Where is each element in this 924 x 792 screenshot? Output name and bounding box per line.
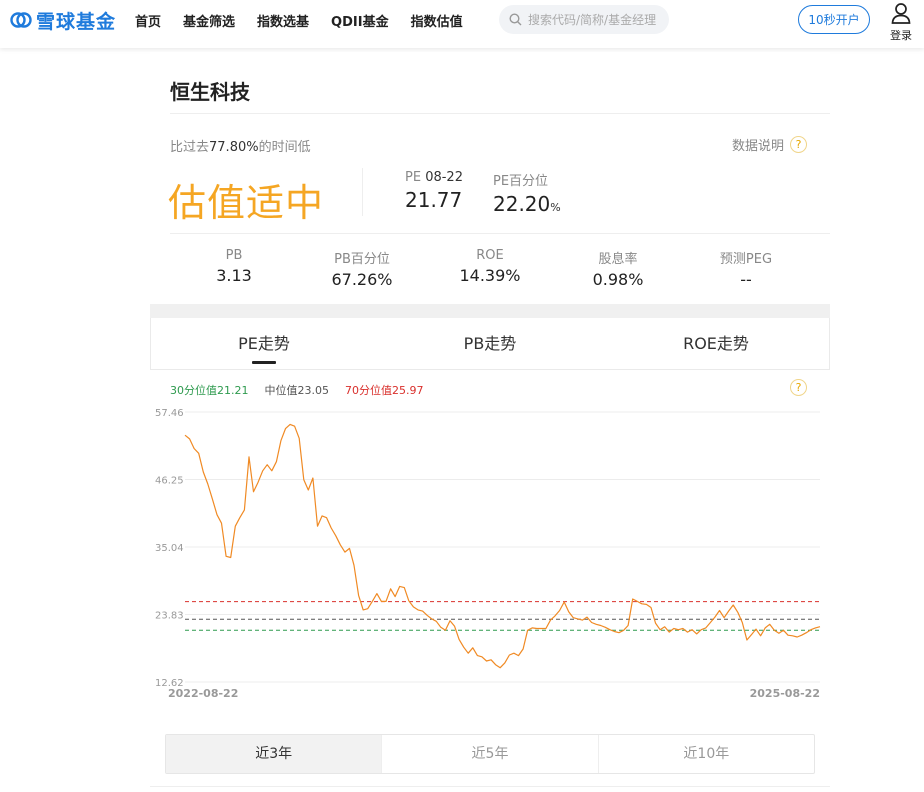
metric-roe: ROE 14.39%: [426, 248, 554, 289]
pe-series-line: [184, 423, 821, 669]
range-5-years[interactable]: 近5年: [382, 735, 599, 773]
legend-30-percentile: 30分位值21.21: [170, 384, 249, 397]
top-navigation-bar: 雪球基金 首页 基金筛选 指数选基 QDII基金 指数估值 10秒开户 登录: [0, 0, 924, 48]
divider: [170, 233, 830, 234]
trend-tabs: PE走势 PB走势 ROE走势: [150, 318, 830, 370]
metric-label: PB百分位: [334, 252, 390, 267]
metric-label: 股息率: [598, 252, 638, 267]
compare-value: 77.80%: [209, 140, 259, 155]
compare-suffix: 的时间低: [258, 140, 311, 155]
tab-pe-trend[interactable]: PE走势: [151, 318, 377, 369]
login-label: 登录: [890, 29, 912, 42]
nav-index-valuation[interactable]: 指数估值: [411, 11, 463, 30]
metric-dividend-yield: 股息率 0.98%: [554, 248, 682, 289]
metric-value: 3.13: [216, 266, 252, 285]
divider-vertical: [362, 168, 363, 216]
pe-percentile-block: PE百分位 22.20%: [493, 170, 561, 216]
logo-text: 雪球基金: [36, 10, 117, 33]
nav-index-picker[interactable]: 指数选基: [257, 11, 309, 30]
pe-percentile-value: 22.20: [493, 192, 551, 216]
compare-prefix: 比过去: [170, 140, 210, 155]
section-spacer: [150, 304, 830, 318]
metric-pb-percentile: PB百分位 67.26%: [298, 248, 426, 289]
open-account-button[interactable]: 10秒开户: [798, 5, 870, 34]
valuation-card: 恒生科技 比过去77.80%的时间低 数据说明 ? 估值适中 PE 08-22 …: [150, 52, 830, 792]
metric-value: 67.26%: [331, 270, 393, 289]
index-title: 恒生科技: [170, 80, 250, 104]
metric-pb: PB 3.13: [170, 248, 298, 289]
pe-percentile-unit: %: [550, 201, 561, 214]
pe-trend-chart: 57.4646.2535.0423.8312.622022-08-22 2025-…: [155, 408, 821, 700]
search-icon: [509, 13, 522, 26]
login-button[interactable]: 登录: [884, 2, 918, 42]
nav-home[interactable]: 首页: [135, 11, 161, 30]
x-tick-label-end: 2025-08-22: [750, 687, 820, 700]
snowball-logo-icon: [10, 12, 32, 28]
divider: [170, 113, 830, 114]
metric-label: 预测PEG: [719, 252, 773, 267]
y-tick-label: 35.04: [155, 543, 184, 554]
x-tick-label-start: 2022-08-22: [168, 687, 238, 700]
metric-label: PB: [225, 248, 243, 263]
pe-label: PE: [405, 170, 422, 185]
data-explanation-label: 数据说明: [731, 139, 784, 154]
range-10-years[interactable]: 近10年: [599, 735, 814, 773]
search-box[interactable]: [499, 5, 669, 34]
snowball-fund-logo[interactable]: 雪球基金: [10, 8, 117, 33]
chart-help-icon[interactable]: ?: [790, 379, 807, 396]
chart-legend: 30分位值21.21 中位值23.05 70分位值25.97: [170, 382, 440, 398]
y-tick-label: 46.25: [155, 476, 184, 487]
pe-value: 21.77: [405, 188, 463, 212]
user-icon: [891, 3, 911, 24]
metric-value: 0.98%: [592, 270, 644, 289]
data-explanation-link[interactable]: 数据说明 ?: [732, 135, 807, 154]
tab-pb-trend[interactable]: PB走势: [377, 318, 603, 369]
tab-roe-trend[interactable]: ROE走势: [603, 318, 829, 369]
historical-comparison: 比过去77.80%的时间低: [170, 136, 311, 155]
metric-value: 14.39%: [459, 266, 521, 285]
metrics-row: PB 3.13 PB百分位 67.26% ROE 14.39% 股息率 0.98…: [170, 248, 810, 289]
help-icon: ?: [790, 136, 807, 153]
pe-date: 08-22: [425, 170, 463, 185]
metric-value: --: [740, 270, 752, 289]
metric-label: ROE: [476, 248, 504, 263]
main-nav: 首页 基金筛选 指数选基 QDII基金 指数估值: [135, 11, 485, 30]
metric-forecast-peg: 预测PEG --: [682, 248, 810, 289]
pe-percentile-label: PE百分位: [493, 174, 549, 189]
nav-qdii-funds[interactable]: QDII基金: [331, 11, 389, 30]
pe-block: PE 08-22 21.77: [405, 170, 463, 212]
time-range-selector: 近3年 近5年 近10年: [165, 734, 815, 774]
search-input[interactable]: [528, 12, 668, 27]
y-tick-label: 57.46: [155, 408, 184, 419]
legend-70-percentile: 70分位值25.97: [345, 384, 424, 397]
y-tick-label: 23.83: [155, 611, 184, 622]
nav-fund-screener[interactable]: 基金筛选: [183, 11, 235, 30]
valuation-status: 估值适中: [168, 181, 325, 225]
legend-median: 中位值23.05: [264, 384, 330, 397]
range-3-years[interactable]: 近3年: [166, 735, 383, 773]
